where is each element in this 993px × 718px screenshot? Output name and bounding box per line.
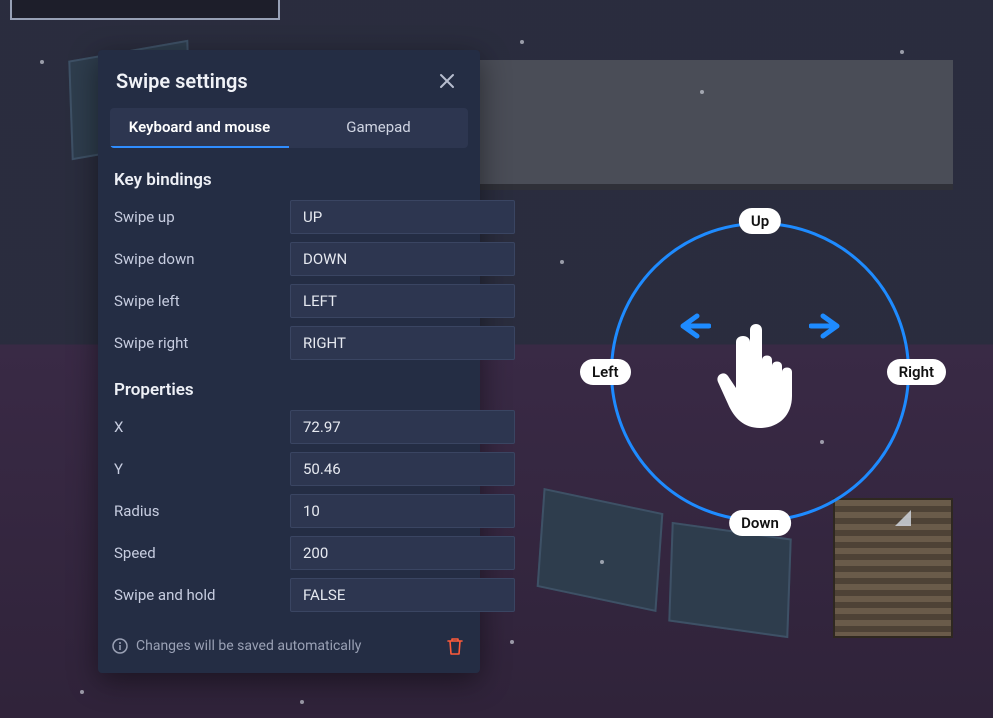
arrow-left-icon [675,312,711,340]
panel-header: Swipe settings [98,50,480,108]
swipe-overlay[interactable]: Up Down Left Right [610,222,910,522]
swipe-hand-icon[interactable] [675,302,845,442]
info-icon [112,638,128,654]
close-icon [438,72,456,90]
row-radius: Radius [110,490,468,532]
close-button[interactable] [434,68,460,94]
hand-pointer-icon [710,312,810,432]
key-bindings-section: Key bindings Swipe up Swipe down Swipe l… [98,158,480,368]
label-y: Y [110,460,290,478]
label-swipe-and-hold: Swipe and hold [110,586,290,604]
panel-footer: Changes will be saved automatically [98,620,480,673]
scene-crate [668,522,791,638]
key-bindings-title: Key bindings [110,160,468,196]
tab-gamepad[interactable]: Gamepad [289,108,468,148]
row-swipe-down: Swipe down [110,238,468,280]
row-speed: Speed [110,532,468,574]
input-x[interactable] [290,410,515,444]
input-radius[interactable] [290,494,515,528]
input-speed[interactable] [290,536,515,570]
row-swipe-and-hold: Swipe and hold [110,574,468,616]
properties-section: Properties X Y Radius Speed Swipe and ho… [98,368,480,620]
label-swipe-right: Swipe right [110,334,290,352]
row-swipe-up: Swipe up [110,196,468,238]
direction-label-left[interactable]: Left [580,359,631,385]
direction-label-up[interactable]: Up [739,208,781,234]
label-swipe-left: Swipe left [110,292,290,310]
input-y[interactable] [290,452,515,486]
label-radius: Radius [110,502,290,520]
swipe-settings-panel: Swipe settings Keyboard and mouse Gamepa… [98,50,480,673]
panel-title: Swipe settings [116,69,248,93]
tab-bar: Keyboard and mouse Gamepad [110,108,468,148]
row-x: X [110,406,468,448]
input-swipe-right[interactable] [290,326,515,360]
label-speed: Speed [110,544,290,562]
input-swipe-up[interactable] [290,200,515,234]
direction-label-down[interactable]: Down [729,510,791,536]
resize-handle-icon[interactable] [895,510,911,526]
input-swipe-down[interactable] [290,242,515,276]
scene-platform [480,60,953,190]
autosave-text: Changes will be saved automatically [136,638,361,654]
tab-keyboard-mouse[interactable]: Keyboard and mouse [110,108,289,148]
input-swipe-and-hold[interactable] [290,578,515,612]
direction-label-right[interactable]: Right [887,359,946,385]
label-swipe-down: Swipe down [110,250,290,268]
label-swipe-up: Swipe up [110,208,290,226]
toolbar-fragment [10,0,280,20]
row-swipe-right: Swipe right [110,322,468,364]
arrow-right-icon [809,312,845,340]
properties-title: Properties [110,370,468,406]
delete-button[interactable] [444,635,466,657]
input-swipe-left[interactable] [290,284,515,318]
row-swipe-left: Swipe left [110,280,468,322]
label-x: X [110,418,290,436]
row-y: Y [110,448,468,490]
trash-icon [446,636,464,656]
